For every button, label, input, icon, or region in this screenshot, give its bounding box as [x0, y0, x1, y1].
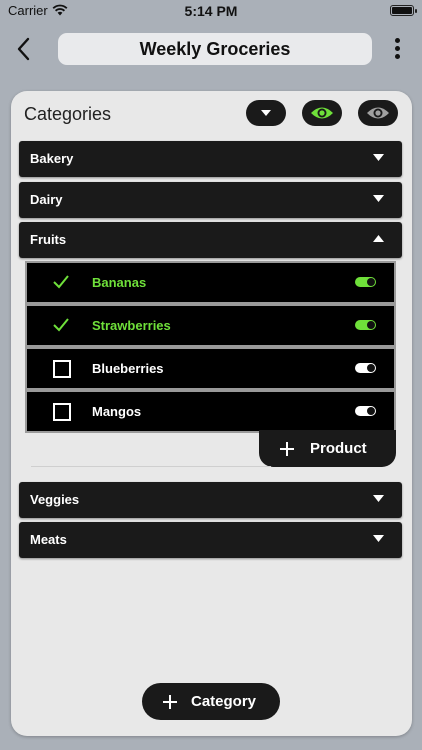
triangle-down-icon [373, 535, 384, 542]
checkmark-icon[interactable] [52, 274, 70, 290]
triangle-down-icon [373, 154, 384, 161]
product-row-strawberries[interactable]: Strawberries [27, 306, 394, 345]
product-toggle[interactable] [355, 363, 376, 373]
categories-panel: Categories Bakery Dairy Fruits Bananas S… [11, 91, 412, 736]
add-category-label: Category [191, 693, 257, 710]
category-label: Veggies [30, 492, 80, 507]
category-dairy[interactable]: Dairy [19, 182, 402, 218]
more-vertical-icon [390, 38, 404, 59]
category-label: Dairy [30, 192, 63, 207]
plus-icon [280, 441, 294, 456]
triangle-down-icon [373, 495, 384, 502]
category-fruits[interactable]: Fruits [19, 222, 402, 258]
product-label: Strawberries [92, 318, 171, 333]
category-label: Bakery [30, 151, 74, 166]
category-veggies[interactable]: Veggies [19, 482, 402, 518]
back-button[interactable] [14, 36, 34, 62]
divider [31, 466, 271, 467]
battery-icon [390, 5, 417, 16]
collapse-all-button[interactable] [246, 100, 286, 126]
product-row-mangos[interactable]: Mangos [27, 392, 394, 431]
product-toggle[interactable] [355, 406, 376, 416]
category-meats[interactable]: Meats [19, 522, 402, 558]
clock: 5:14 PM [184, 3, 238, 19]
page-title[interactable]: Weekly Groceries [58, 33, 372, 65]
product-row-blueberries[interactable]: Blueberries [27, 349, 394, 388]
product-row-bananas[interactable]: Bananas [27, 263, 394, 302]
checkmark-icon[interactable] [52, 317, 70, 333]
triangle-down-icon [261, 110, 271, 116]
category-label: Fruits [30, 232, 67, 247]
checkbox[interactable] [53, 403, 71, 421]
product-toggle[interactable] [355, 320, 376, 330]
add-product-label: Product [310, 440, 367, 457]
show-visible-button[interactable] [302, 100, 342, 126]
category-label: Meats [30, 532, 67, 547]
more-options-button[interactable] [390, 38, 404, 62]
chevron-left-icon [17, 37, 30, 61]
triangle-up-icon [373, 235, 384, 242]
status-bar: Carrier 5:14 PM [0, 0, 422, 22]
add-product-button[interactable]: Product [259, 430, 396, 467]
category-bakery[interactable]: Bakery [19, 141, 402, 177]
eye-icon [311, 107, 333, 119]
product-list: Bananas Strawberries Blueberries Mangos [25, 261, 396, 433]
product-label: Bananas [92, 275, 147, 290]
product-toggle[interactable] [355, 277, 376, 287]
show-hidden-button[interactable] [358, 100, 398, 126]
plus-icon [163, 694, 177, 709]
panel-title: Categories [24, 104, 112, 124]
add-category-button[interactable]: Category [142, 683, 280, 720]
triangle-down-icon [373, 195, 384, 202]
checkbox[interactable] [53, 360, 71, 378]
product-label: Mangos [92, 404, 142, 419]
eye-icon [367, 107, 389, 119]
product-label: Blueberries [92, 361, 164, 376]
